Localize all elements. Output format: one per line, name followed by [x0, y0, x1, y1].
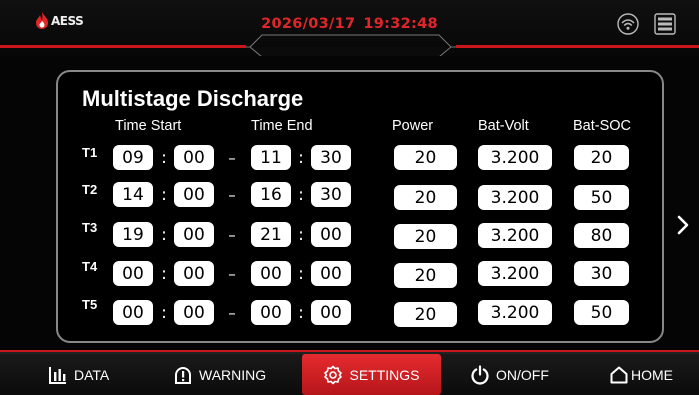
- time-colon: :: [161, 264, 167, 284]
- col-header-bat-soc: Bat-SOC: [573, 118, 632, 134]
- col-header-power: Power: [392, 118, 434, 134]
- nav-label: SETTINGS: [349, 366, 420, 383]
- row-label: T1: [82, 145, 98, 160]
- col-header-bat-volt: Bat-Volt: [478, 118, 529, 134]
- home-icon: [610, 366, 628, 383]
- bat-volt-field[interactable]: 3.200: [478, 185, 552, 210]
- screen: AESS 2026/03/17 19:32:48 Multistage Disch…: [0, 0, 699, 395]
- bat-volt-field[interactable]: 3.200: [478, 300, 552, 325]
- bat-soc-field[interactable]: 50: [574, 185, 629, 210]
- header-notch: [228, 34, 473, 56]
- bar-chart-icon: [49, 366, 66, 384]
- row-label: T3: [82, 220, 98, 235]
- end-hour-field[interactable]: 21: [251, 222, 291, 247]
- bat-volt-field[interactable]: 3.200: [478, 145, 552, 170]
- power-field[interactable]: 20: [394, 224, 457, 249]
- col-header-time-start: Time Start: [115, 118, 182, 134]
- start-minute-field[interactable]: 00: [174, 145, 214, 170]
- bat-soc-field[interactable]: 50: [574, 300, 629, 325]
- start-hour-field[interactable]: 09: [113, 145, 153, 170]
- menu-icon[interactable]: [654, 13, 676, 35]
- end-hour-field[interactable]: 00: [251, 300, 291, 325]
- power-field[interactable]: 20: [394, 185, 457, 210]
- header-bar: AESS 2026/03/17 19:32:48: [0, 0, 699, 56]
- end-minute-field[interactable]: 00: [311, 222, 351, 247]
- range-dash: –: [228, 149, 236, 167]
- start-minute-field[interactable]: 00: [174, 261, 214, 286]
- time-colon: :: [161, 148, 167, 168]
- gear-icon: [324, 365, 343, 384]
- start-hour-field[interactable]: 00: [113, 300, 153, 325]
- row-label: T5: [82, 297, 98, 312]
- start-hour-field[interactable]: 19: [113, 222, 153, 247]
- nav-label: HOME: [631, 366, 673, 383]
- row-label: T4: [82, 259, 98, 274]
- start-hour-field[interactable]: 14: [113, 182, 153, 207]
- start-minute-field[interactable]: 00: [174, 222, 214, 247]
- end-minute-field[interactable]: 30: [311, 145, 351, 170]
- bat-soc-field[interactable]: 30: [574, 261, 629, 286]
- bat-volt-field[interactable]: 3.200: [478, 223, 552, 248]
- col-header-time-end: Time End: [251, 118, 313, 134]
- header-accent-line-left: [0, 45, 246, 48]
- nav-item-home[interactable]: HOME: [609, 354, 673, 395]
- range-dash: –: [228, 186, 236, 204]
- warning-icon: [175, 366, 191, 384]
- date-text: 2026/03/17: [261, 16, 356, 32]
- end-hour-field[interactable]: 16: [251, 182, 291, 207]
- nav-item-warning[interactable]: WARNING: [173, 354, 266, 395]
- range-dash: –: [228, 265, 236, 283]
- end-hour-field[interactable]: 11: [251, 145, 291, 170]
- end-hour-field[interactable]: 00: [251, 261, 291, 286]
- bat-soc-field[interactable]: 20: [574, 145, 629, 170]
- chevron-right-icon[interactable]: [676, 214, 690, 236]
- time-colon: :: [298, 185, 304, 205]
- bottom-nav: DATA WARNING SETTINGS ON/OFF HOME: [0, 352, 699, 395]
- nav-label: WARNING: [199, 366, 267, 383]
- power-icon: [471, 364, 489, 385]
- power-field[interactable]: 20: [394, 263, 457, 288]
- power-field[interactable]: 20: [394, 145, 457, 170]
- start-minute-field[interactable]: 00: [174, 300, 214, 325]
- start-minute-field[interactable]: 00: [174, 182, 214, 207]
- power-field[interactable]: 20: [394, 302, 457, 327]
- time-colon: :: [298, 303, 304, 323]
- time-colon: :: [161, 303, 167, 323]
- time-colon: :: [298, 264, 304, 284]
- nav-label: ON/OFF: [496, 366, 549, 383]
- range-dash: –: [228, 226, 236, 244]
- bat-soc-field[interactable]: 80: [574, 223, 629, 248]
- end-minute-field[interactable]: 00: [311, 300, 351, 325]
- end-minute-field[interactable]: 00: [311, 261, 351, 286]
- time-text: 19:32:48: [363, 16, 438, 32]
- time-colon: :: [161, 185, 167, 205]
- time-colon: :: [298, 148, 304, 168]
- range-dash: –: [228, 304, 236, 322]
- bat-volt-field[interactable]: 3.200: [478, 261, 552, 286]
- header-accent-line-right: [456, 45, 699, 48]
- time-colon: :: [298, 225, 304, 245]
- end-minute-field[interactable]: 30: [311, 182, 351, 207]
- row-label: T2: [82, 182, 98, 197]
- time-colon: :: [161, 225, 167, 245]
- datetime-display: 2026/03/17 19:32:48: [0, 16, 699, 32]
- nav-item-data[interactable]: DATA: [48, 354, 109, 395]
- page-title: Multistage Discharge: [82, 86, 304, 111]
- start-hour-field[interactable]: 00: [113, 261, 153, 286]
- nav-item-onoff[interactable]: ON/OFF: [470, 354, 549, 395]
- nav-label: DATA: [74, 366, 110, 383]
- wifi-icon[interactable]: [617, 13, 639, 35]
- nav-item-settings[interactable]: SETTINGS: [302, 354, 441, 395]
